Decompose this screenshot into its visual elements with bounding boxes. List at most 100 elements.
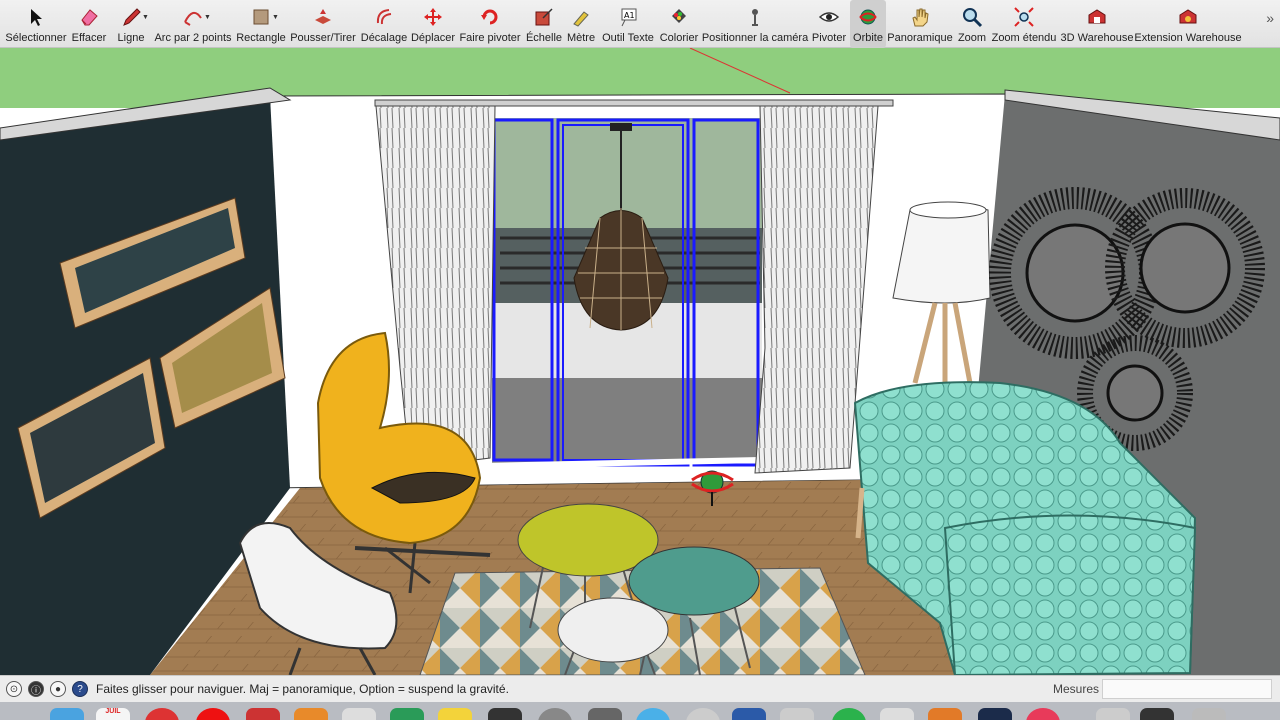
finder-icon[interactable] bbox=[50, 708, 84, 720]
music-icon[interactable] bbox=[1026, 708, 1060, 720]
tool-label: Orbite bbox=[853, 32, 883, 44]
svg-text:A1: A1 bbox=[624, 11, 635, 20]
app-icon-orange2[interactable] bbox=[928, 708, 962, 720]
trash-icon[interactable] bbox=[1192, 708, 1226, 720]
push-pull-icon bbox=[312, 6, 334, 28]
tool-label: Ligne bbox=[117, 32, 145, 44]
photoshop-icon[interactable] bbox=[978, 708, 1012, 720]
hand-pan-icon bbox=[909, 6, 931, 28]
search-app-icon[interactable] bbox=[686, 708, 720, 720]
tool-label: Positionner la caméra bbox=[701, 32, 809, 44]
tool-label: Sélectionner bbox=[5, 32, 67, 44]
tool-label: Zoom étendu bbox=[991, 32, 1057, 44]
app-icon-window[interactable] bbox=[880, 708, 914, 720]
dropdown-arrow-icon[interactable]: ▼ bbox=[142, 14, 149, 21]
tool-paint[interactable]: Colorier bbox=[658, 0, 700, 48]
app-icon-red[interactable] bbox=[145, 708, 179, 720]
eraser-icon bbox=[78, 6, 100, 28]
app-icon-orange[interactable] bbox=[294, 708, 328, 720]
status-bar: ⊙ ⓘ ● ? Faites glisser pour naviguer. Ma… bbox=[0, 675, 1280, 702]
tool-push-pull[interactable]: Pousser/Tirer bbox=[290, 0, 356, 48]
tape-measure-icon bbox=[570, 6, 592, 28]
tool-pan[interactable]: Panoramique bbox=[887, 0, 953, 48]
status-hint: Faites glisser pour naviguer. Maj = pano… bbox=[96, 682, 509, 696]
calendar-icon[interactable]: JUIL bbox=[96, 708, 130, 720]
tool-zoom[interactable]: Zoom bbox=[956, 0, 988, 48]
scene-render[interactable] bbox=[0, 48, 1280, 675]
tool-arc[interactable]: Arc par 2 points ▼ bbox=[154, 0, 232, 48]
tool-label: Colorier bbox=[659, 32, 699, 44]
tool-position-camera[interactable]: Positionner la caméra bbox=[701, 0, 809, 48]
zoom-extents-icon bbox=[1013, 6, 1035, 28]
tool-3d-warehouse[interactable]: 3D Warehouse bbox=[1060, 0, 1134, 48]
rectangle-icon bbox=[250, 6, 272, 28]
tool-label: Mètre bbox=[566, 32, 596, 44]
tool-label: Échelle bbox=[525, 32, 563, 44]
geo-location-icon[interactable]: ⊙ bbox=[6, 681, 22, 697]
tool-extension-warehouse[interactable]: Extension Warehouse bbox=[1134, 0, 1242, 48]
app-icon-light[interactable] bbox=[780, 708, 814, 720]
tool-label: Extension Warehouse bbox=[1134, 32, 1242, 44]
tool-line[interactable]: Ligne ▼ bbox=[114, 0, 149, 48]
opera-icon[interactable] bbox=[196, 708, 230, 720]
tool-orbit[interactable]: Orbite bbox=[850, 0, 886, 48]
tool-label: Effacer bbox=[71, 32, 107, 44]
measurements-label: Mesures bbox=[1053, 682, 1100, 696]
move-icon bbox=[422, 6, 444, 28]
select-arrow-icon bbox=[25, 6, 47, 28]
tool-move[interactable]: Déplacer bbox=[410, 0, 456, 48]
app-icon-blue[interactable] bbox=[636, 708, 670, 720]
credits-icon[interactable]: ⓘ bbox=[28, 681, 44, 697]
tool-select[interactable]: Sélectionner bbox=[5, 0, 67, 48]
tool-label: 3D Warehouse bbox=[1060, 32, 1134, 44]
tool-label: Pivoter bbox=[811, 32, 847, 44]
calendar-month: JUIL bbox=[105, 708, 121, 715]
tool-tape-measure[interactable]: Mètre bbox=[566, 0, 596, 48]
tool-label: Pousser/Tirer bbox=[290, 32, 356, 44]
position-camera-icon bbox=[744, 6, 766, 28]
sketchup-window: Sélectionner Effacer Ligne ▼ Arc par 2 p… bbox=[0, 0, 1280, 720]
app-icon-people[interactable] bbox=[588, 708, 622, 720]
arc-icon bbox=[182, 6, 204, 28]
macos-dock: JUIL bbox=[0, 702, 1280, 720]
tool-label: Panoramique bbox=[887, 32, 953, 44]
tool-eraser[interactable]: Effacer bbox=[70, 0, 108, 48]
tool-offset[interactable]: Décalage bbox=[360, 0, 408, 48]
eye-icon bbox=[818, 6, 840, 28]
sketchup-icon[interactable] bbox=[246, 708, 280, 720]
tool-rotate[interactable]: Faire pivoter bbox=[459, 0, 521, 48]
tool-rectangle[interactable]: Rectangle ▼ bbox=[236, 0, 286, 48]
paint-bucket-icon bbox=[668, 6, 690, 28]
app-icon-green[interactable] bbox=[390, 708, 424, 720]
dropdown-arrow-icon[interactable]: ▼ bbox=[272, 14, 279, 21]
tool-scale[interactable]: Échelle bbox=[524, 0, 564, 48]
app-icon-greencircle[interactable] bbox=[832, 708, 866, 720]
app-icon-round[interactable] bbox=[538, 708, 572, 720]
chevron-double-right-icon[interactable]: » bbox=[1266, 10, 1274, 26]
word-icon[interactable] bbox=[732, 708, 766, 720]
tool-label: Déplacer bbox=[410, 32, 456, 44]
3d-viewport[interactable] bbox=[0, 48, 1280, 675]
tool-look-around[interactable]: Pivoter bbox=[810, 0, 848, 48]
warehouse-icon bbox=[1086, 6, 1108, 28]
help-icon[interactable]: ? bbox=[72, 681, 88, 697]
tool-zoom-extents[interactable]: Zoom étendu bbox=[992, 0, 1056, 48]
tool-label: Arc par 2 points bbox=[154, 32, 232, 44]
app-icon-dark[interactable] bbox=[488, 708, 522, 720]
scale-icon bbox=[533, 6, 555, 28]
orbit-icon bbox=[857, 6, 879, 28]
tool-label: Rectangle bbox=[236, 32, 286, 44]
tool-text[interactable]: A1 Outil Texte bbox=[602, 0, 654, 48]
notes-icon[interactable] bbox=[438, 708, 472, 720]
user-account-icon[interactable]: ● bbox=[50, 681, 66, 697]
app-icon-grey[interactable] bbox=[342, 708, 376, 720]
tool-label: Décalage bbox=[360, 32, 408, 44]
dropdown-arrow-icon[interactable]: ▼ bbox=[204, 14, 211, 21]
app-icon-black[interactable] bbox=[1140, 708, 1174, 720]
measurements-input[interactable] bbox=[1102, 679, 1272, 699]
tool-label: Outil Texte bbox=[602, 32, 654, 44]
app-icon-doc[interactable] bbox=[1096, 708, 1130, 720]
magnifier-icon bbox=[961, 6, 983, 28]
curtain-rod bbox=[374, 99, 894, 107]
extension-warehouse-icon bbox=[1177, 6, 1199, 28]
